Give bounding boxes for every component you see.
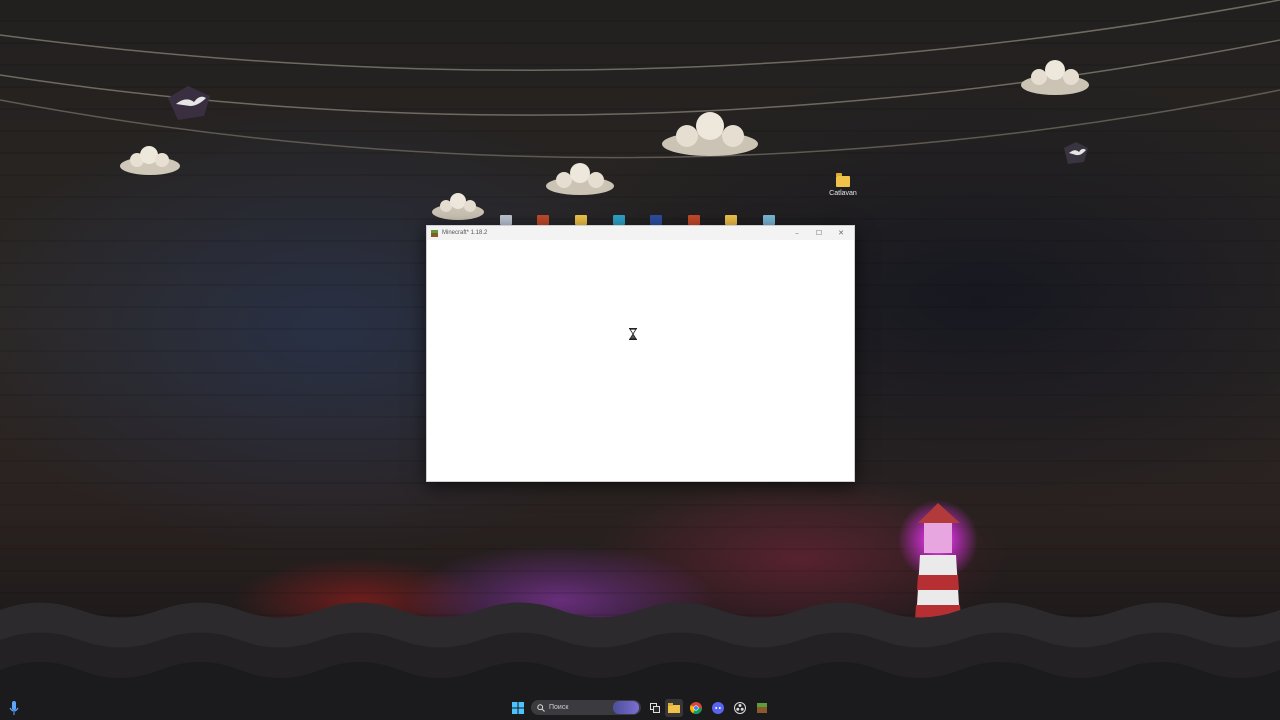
obs-icon xyxy=(734,702,746,714)
file-explorer-icon xyxy=(668,703,680,713)
desktop-icon-hidden[interactable] xyxy=(537,215,549,225)
minecraft-icon xyxy=(431,229,438,237)
desktop-icon-folder[interactable]: Catlavan xyxy=(813,173,873,197)
hourglass-icon xyxy=(629,328,637,340)
minecraft-icon xyxy=(757,703,767,713)
window-titlebar[interactable]: Minecraft* 1.18.2 – ☐ ✕ xyxy=(427,226,854,240)
desktop-icon-hidden[interactable] xyxy=(575,215,587,225)
hanging-cloud xyxy=(432,193,484,220)
maximize-button[interactable]: ☐ xyxy=(808,226,830,240)
minimize-button[interactable]: – xyxy=(786,226,808,240)
search-highlight-icon xyxy=(613,701,639,714)
hanging-bird-ornament xyxy=(1064,142,1088,164)
desktop-icon-label: Catlavan xyxy=(829,190,857,197)
windows-start-icon xyxy=(512,702,524,714)
close-button[interactable]: ✕ xyxy=(830,226,852,240)
taskbar-obs[interactable] xyxy=(731,699,749,717)
taskbar-file-explorer[interactable] xyxy=(665,699,683,717)
search-icon xyxy=(537,703,545,712)
desktop-icon-hidden[interactable] xyxy=(725,215,737,225)
taskbar-chrome[interactable] xyxy=(687,699,705,717)
window-title: Minecraft* 1.18.2 xyxy=(442,230,488,236)
chrome-icon xyxy=(690,702,702,714)
task-view-icon xyxy=(650,703,660,713)
hanging-cloud xyxy=(120,146,180,175)
discord-icon xyxy=(712,702,724,714)
desktop-icon-hidden[interactable] xyxy=(688,215,700,225)
taskbar: Поиск xyxy=(0,696,1280,720)
taskbar-minecraft-launcher[interactable] xyxy=(753,699,771,717)
folder-icon xyxy=(836,173,850,187)
desktop-wallpaper: Catlavan Minecraft* 1.18.2 – ☐ ✕ Поиск xyxy=(0,0,1280,720)
taskbar-search[interactable]: Поиск xyxy=(531,700,641,715)
start-button[interactable] xyxy=(509,699,527,717)
desktop-icon-hidden[interactable] xyxy=(763,215,775,225)
hanging-cloud xyxy=(1021,60,1089,95)
taskbar-task-view[interactable] xyxy=(646,699,664,717)
desktop-icon-hidden[interactable] xyxy=(650,215,662,225)
minecraft-window[interactable]: Minecraft* 1.18.2 – ☐ ✕ xyxy=(426,225,855,482)
taskbar-discord[interactable] xyxy=(709,699,727,717)
desktop-icon-hidden[interactable] xyxy=(500,215,512,225)
hanging-cloud xyxy=(546,163,614,195)
hanging-bird-ornament xyxy=(168,86,210,120)
desktop-icon-hidden[interactable] xyxy=(613,215,625,225)
search-placeholder: Поиск xyxy=(549,704,569,711)
hanging-cloud xyxy=(662,112,758,156)
microphone-icon[interactable] xyxy=(8,699,20,717)
